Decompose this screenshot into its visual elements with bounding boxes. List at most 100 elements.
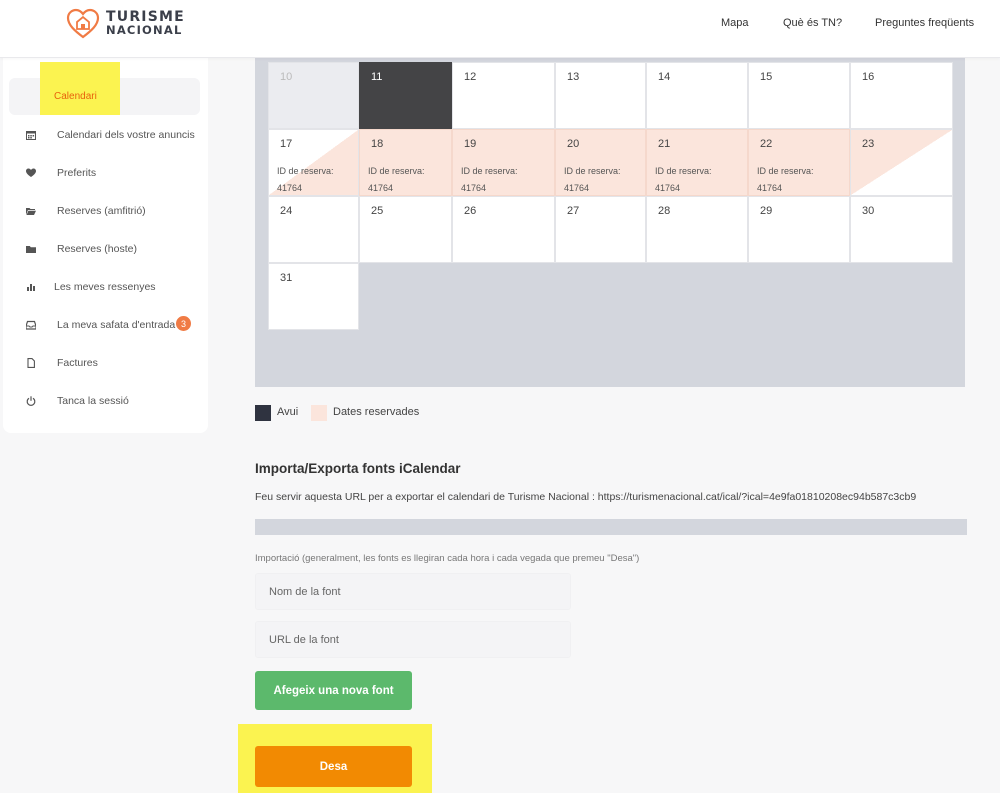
calendar-day-booked[interactable]: 17 ID de reserva: 41764 xyxy=(268,129,359,196)
day-number: 20 xyxy=(567,138,580,150)
sidebar-item-label: Factures xyxy=(57,357,98,369)
inbox-icon xyxy=(22,319,40,331)
sidebar-item-safata[interactable]: La meva safata d'entrada xyxy=(22,317,175,333)
day-number: 31 xyxy=(280,272,293,284)
calendar-day[interactable]: 13 xyxy=(555,62,646,129)
sidebar-item-label: Reserves (amfitrió) xyxy=(57,205,146,217)
day-number: 29 xyxy=(760,205,773,217)
day-number: 21 xyxy=(658,138,671,150)
sidebar-item-calendari-anuncis[interactable]: Calendari dels vostre anuncis xyxy=(22,127,195,143)
calendar-icon xyxy=(22,129,40,141)
sidebar-item-label: Reserves (hoste) xyxy=(57,243,137,255)
reservation-label: ID de reserva: xyxy=(368,166,425,176)
day-number: 25 xyxy=(371,205,384,217)
sidebar-item-label: Tanca la sessió xyxy=(57,395,129,407)
reservation-info: ID de reserva: 41764 xyxy=(277,163,334,197)
reservation-label: ID de reserva: xyxy=(655,166,712,176)
nav-que-es-tn[interactable]: Què és TN? xyxy=(783,17,842,29)
calendar-day[interactable]: 27 xyxy=(555,196,646,263)
calendar-day[interactable]: 15 xyxy=(748,62,850,129)
sidebar-item-ressenyes[interactable]: Les meves ressenyes xyxy=(22,279,156,295)
day-number: 19 xyxy=(464,138,477,150)
source-name-input[interactable] xyxy=(255,573,571,610)
day-number: 24 xyxy=(280,205,293,217)
import-label: Importació (generalment, les fonts es ll… xyxy=(255,553,640,564)
nav-mapa[interactable]: Mapa xyxy=(721,17,749,29)
reservation-info: ID de reserva: 41764 xyxy=(368,163,425,197)
calendar-day[interactable]: 10 xyxy=(268,62,359,129)
reservation-id: 41764 xyxy=(655,183,681,193)
day-number: 26 xyxy=(464,205,477,217)
day-number: 17 xyxy=(280,138,293,150)
sidebar-item-preferits[interactable]: Preferits xyxy=(22,165,96,181)
sidebar-item-factures[interactable]: Factures xyxy=(22,355,98,371)
day-number: 12 xyxy=(464,71,477,83)
calendar-day[interactable]: 12 xyxy=(452,62,555,129)
reservation-info: ID de reserva: 41764 xyxy=(564,163,621,197)
source-url-input[interactable] xyxy=(255,621,571,658)
reservation-info: ID de reserva: 41764 xyxy=(757,163,814,197)
sidebar-item-label: Preferits xyxy=(57,167,97,179)
calendar-day[interactable]: 29 xyxy=(748,196,850,263)
calendar-day[interactable]: 14 xyxy=(646,62,748,129)
heart-icon xyxy=(22,167,40,179)
calendar-day-checkout[interactable]: 23 xyxy=(850,129,953,196)
day-number: 13 xyxy=(567,71,580,83)
folder-open-icon xyxy=(22,205,40,217)
calendar-day[interactable]: 16 xyxy=(850,62,953,129)
sidebar-item-reserves-hoste[interactable]: Reserves (hoste) xyxy=(22,241,137,257)
day-number: 18 xyxy=(371,138,384,150)
reservation-id: 41764 xyxy=(277,183,303,193)
export-url-bar xyxy=(255,519,967,535)
day-number: 23 xyxy=(862,138,875,150)
legend-today-swatch xyxy=(255,405,271,421)
sidebar-item-calendari[interactable]: Calendari xyxy=(54,91,97,102)
logo-line-2: NACIONAL xyxy=(106,23,183,37)
calendar-day[interactable]: 24 xyxy=(268,196,359,263)
sidebar-item-reserves-amfitrio[interactable]: Reserves (amfitrió) xyxy=(22,203,146,219)
reservation-id: 41764 xyxy=(368,183,394,193)
file-icon xyxy=(22,357,40,369)
nav-preguntes-frequents[interactable]: Preguntes freqüents xyxy=(875,17,974,29)
top-header: TURISME NACIONAL Mapa Què és TN? Pregunt… xyxy=(0,0,1000,58)
day-number: 27 xyxy=(567,205,580,217)
legend-today-label: Avui xyxy=(277,406,299,418)
reservation-info: ID de reserva: 41764 xyxy=(461,163,518,197)
calendar-day[interactable]: 31 xyxy=(268,263,359,330)
calendar-day-today[interactable]: 11 xyxy=(359,62,452,129)
reservation-label: ID de reserva: xyxy=(461,166,518,176)
calendar-day[interactable]: 25 xyxy=(359,196,452,263)
bar-chart-icon xyxy=(22,281,40,293)
reservation-id: 41764 xyxy=(757,183,783,193)
export-url-text[interactable]: Feu servir aquesta URL per a exportar el… xyxy=(255,491,1000,503)
reservation-info: ID de reserva: 41764 xyxy=(655,163,712,197)
calendar-day[interactable]: 26 xyxy=(452,196,555,263)
day-number: 10 xyxy=(280,71,293,83)
calendar-day[interactable]: 28 xyxy=(646,196,748,263)
day-number: 22 xyxy=(760,138,773,150)
day-number: 11 xyxy=(371,71,383,83)
calendar-day[interactable]: 30 xyxy=(850,196,953,263)
reservation-id: 41764 xyxy=(461,183,487,193)
logo-text: TURISME NACIONAL xyxy=(106,10,185,37)
reservation-id: 41764 xyxy=(564,183,590,193)
day-number: 15 xyxy=(760,71,773,83)
unread-badge: 3 xyxy=(176,316,191,331)
sidebar-item-tanca-sessio[interactable]: Tanca la sessió xyxy=(22,393,129,409)
reservation-label: ID de reserva: xyxy=(277,166,334,176)
calendar-day-booked[interactable]: 18 ID de reserva: 41764 xyxy=(359,129,452,196)
reservation-label: ID de reserva: xyxy=(564,166,621,176)
legend-reserved-swatch xyxy=(311,405,327,421)
highlight-marker xyxy=(40,62,120,115)
sidebar-item-label: Les meves ressenyes xyxy=(54,281,156,293)
sidebar-item-label: La meva safata d'entrada xyxy=(57,319,176,331)
logo[interactable]: TURISME NACIONAL xyxy=(66,8,185,40)
save-button[interactable]: Desa xyxy=(255,746,412,787)
sidebar-item-label: Calendari dels vostre anuncis xyxy=(57,129,195,141)
day-number: 16 xyxy=(862,71,875,83)
calendar-day-booked[interactable]: 20 ID de reserva: 41764 xyxy=(555,129,646,196)
calendar-day-booked[interactable]: 22 ID de reserva: 41764 xyxy=(748,129,850,196)
add-source-button[interactable]: Afegeix una nova font xyxy=(255,671,412,710)
calendar-day-booked[interactable]: 21 ID de reserva: 41764 xyxy=(646,129,748,196)
calendar-day-booked[interactable]: 19 ID de reserva: 41764 xyxy=(452,129,555,196)
